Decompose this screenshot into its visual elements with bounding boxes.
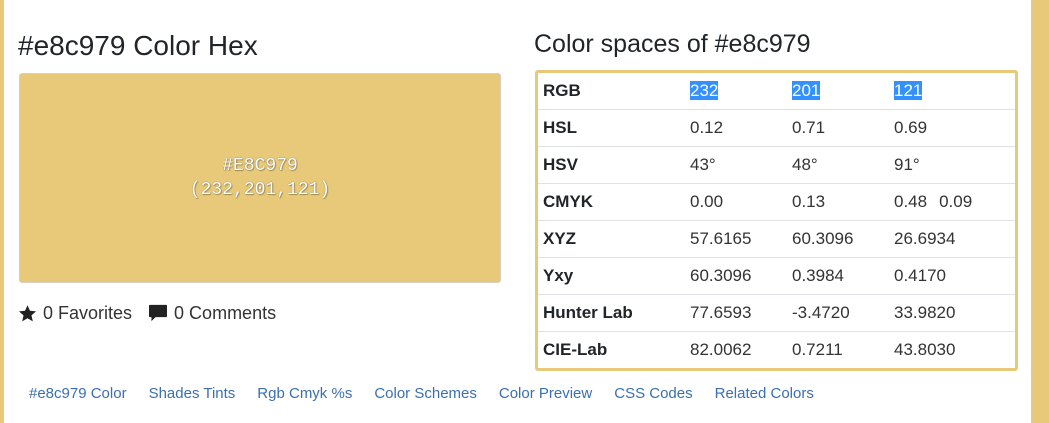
- color-space-value: 0.4170: [894, 266, 946, 285]
- color-space-value: 26.6934: [894, 229, 956, 248]
- color-space-value-cell: 77.6593: [685, 295, 787, 332]
- nav-link[interactable]: Color Schemes: [374, 385, 477, 402]
- color-space-value: 121: [894, 81, 923, 100]
- favorites-label: 0 Favorites: [43, 302, 133, 323]
- color-space-value: 0.69: [894, 118, 928, 137]
- meta-row: 0 Favorites 0 Comments: [18, 301, 292, 325]
- color-space-value-cell: 82.0062: [685, 332, 787, 368]
- color-space-value-cell: 33.9820: [889, 295, 1015, 332]
- favorites-button[interactable]: 0 Favorites: [18, 303, 132, 324]
- left-border-strip: [0, 0, 4, 423]
- color-space-row: CMYK 0.00 0.13 0.48 0.09: [538, 184, 1015, 221]
- color-space-value: 0.7211: [792, 340, 843, 359]
- color-space-value: 60.3096: [792, 229, 854, 248]
- color-space-row: HSL 0.12 0.71 0.69: [538, 110, 1015, 147]
- right-border-strip: [1031, 0, 1049, 423]
- color-space-value-cell: -3.4720: [787, 295, 889, 332]
- nav-link[interactable]: CSS Codes: [614, 385, 692, 402]
- color-space-value-cell: 60.3096: [685, 258, 787, 295]
- color-space-value: 60.3096: [690, 266, 752, 285]
- color-space-value-cell: 48°: [787, 147, 889, 184]
- color-space-value: 43.8030: [894, 340, 956, 359]
- color-space-name: XYZ: [538, 221, 685, 258]
- color-space-value: 0.13: [792, 192, 826, 211]
- color-space-name: RGB: [538, 73, 685, 110]
- color-space-value: 57.6165: [690, 229, 752, 248]
- color-space-value-cell: 43.8030: [889, 332, 1015, 368]
- color-space-value-cell: 0.48 0.09: [889, 184, 1015, 221]
- color-space-value: 0.12: [690, 118, 724, 137]
- color-space-value-cell: 0.13: [787, 184, 889, 221]
- color-space-value: 0.48: [894, 192, 928, 211]
- color-space-value: 201: [792, 81, 821, 100]
- color-space-value: 232: [690, 81, 719, 100]
- color-space-row: Hunter Lab 77.6593 -3.4720 33.9820: [538, 295, 1015, 332]
- nav-link[interactable]: Rgb Cmyk %s: [257, 385, 352, 402]
- color-space-value: 0.00: [690, 192, 724, 211]
- nav-link[interactable]: Related Colors: [715, 385, 814, 402]
- color-space-value-cell: 0.4170: [889, 258, 1015, 295]
- swatch-rgb-label: (232,201,121): [189, 180, 331, 200]
- color-space-name: CIE-Lab: [543, 340, 608, 359]
- color-space-value: 0.3984: [792, 266, 844, 285]
- color-swatch: #E8C979 (232,201,121): [19, 73, 501, 283]
- color-space-value-cell: 26.6934: [889, 221, 1015, 258]
- comments-button[interactable]: 0 Comments: [148, 303, 276, 324]
- color-space-name: HSL: [538, 110, 685, 147]
- color-space-value: 0.71: [792, 118, 826, 137]
- comments-label: 0 Comments: [174, 302, 277, 323]
- star-icon: [18, 304, 37, 323]
- swatch-hex-label: #E8C979: [222, 156, 298, 176]
- color-space-value-cell: 232: [685, 73, 787, 110]
- nav-link[interactable]: Shades Tints: [149, 385, 236, 402]
- color-spaces-title: Color spaces of #e8c979: [534, 30, 811, 58]
- color-space-value-cell: 0.7211: [787, 332, 889, 368]
- color-space-value: 48°: [792, 155, 818, 174]
- color-space-row: Yxy 60.3096 0.3984 0.4170: [538, 258, 1015, 295]
- color-space-value-cell: 60.3096: [787, 221, 889, 258]
- color-space-value-cell: 0.71: [787, 110, 889, 147]
- bottom-nav: #e8c979 Color Shades Tints Rgb Cmyk %s Colo…: [29, 382, 836, 404]
- nav-link[interactable]: #e8c979 Color: [29, 385, 127, 402]
- color-space-name: Yxy: [538, 258, 685, 295]
- color-space-value: 77.6593: [690, 303, 752, 322]
- color-space-extra-value: 0.09: [939, 192, 973, 211]
- color-space-value: 82.0062: [690, 340, 752, 359]
- color-space-value-cell: 57.6165: [685, 221, 787, 258]
- page-title: #e8c979 Color Hex: [18, 30, 258, 61]
- comment-icon: [148, 304, 168, 322]
- color-space-value: -3.4720: [792, 303, 850, 322]
- color-space-value-cell: 0.3984: [787, 258, 889, 295]
- color-space-row: RGB 232 201 121: [538, 73, 1015, 110]
- color-space-name: HSV: [538, 147, 685, 184]
- color-space-value-cell: 0.69: [889, 110, 1015, 147]
- color-space-value-cell: 121: [889, 73, 1015, 110]
- color-space-value-cell: 43°: [685, 147, 787, 184]
- color-space-row: CIE-Lab 82.0062 0.7211 43.8030: [538, 332, 1015, 368]
- color-space-value: 43°: [690, 155, 716, 174]
- color-space-row: HSV 43° 48° 91°: [538, 147, 1015, 184]
- color-spaces-table: RGB 232 201 121 HSL 0.12 0.71 0.69 HSV 43° 48° 91° C…: [535, 70, 1018, 371]
- color-space-value-cell: 91°: [889, 147, 1015, 184]
- color-space-value: 91°: [894, 155, 920, 174]
- color-space-value-cell: 0.00: [685, 184, 787, 221]
- color-space-name: CMYK: [538, 184, 685, 221]
- color-space-name: Hunter Lab: [538, 295, 685, 332]
- color-space-value-cell: 201: [787, 73, 889, 110]
- nav-link[interactable]: Color Preview: [499, 385, 592, 402]
- color-space-row: XYZ 57.6165 60.3096 26.6934: [538, 221, 1015, 258]
- color-space-value: 33.9820: [894, 303, 956, 322]
- color-space-value-cell: 0.12: [685, 110, 787, 147]
